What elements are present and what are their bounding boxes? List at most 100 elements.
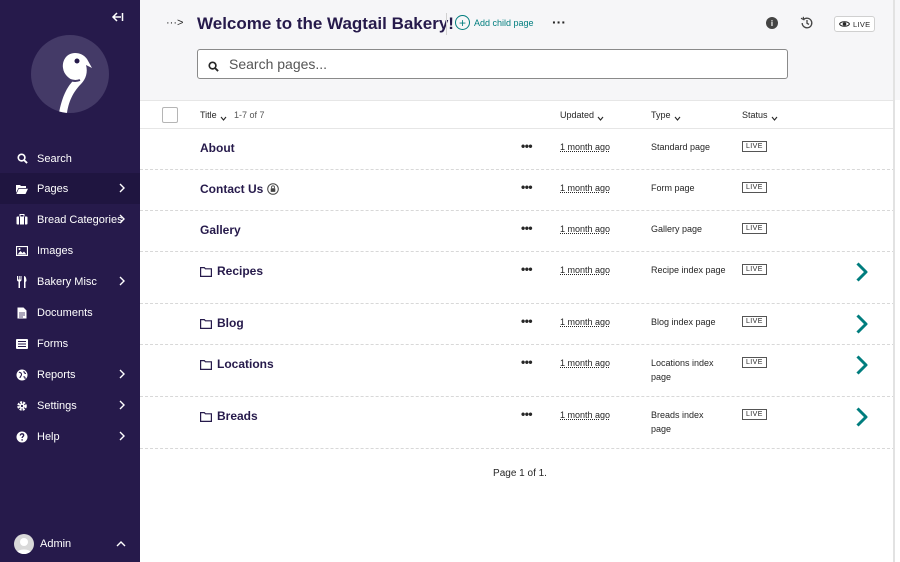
view-live-button[interactable]: LIVE <box>834 16 876 32</box>
document-icon <box>16 307 28 319</box>
page-title-link[interactable]: About <box>200 141 235 155</box>
column-title-label: Title <box>200 110 217 120</box>
scrollbar[interactable] <box>893 0 895 562</box>
sidebar-item-settings[interactable]: Settings <box>0 390 140 421</box>
column-status-label: Status <box>742 110 768 120</box>
sort-title-button[interactable]: Title <box>200 110 227 121</box>
chevron-right-icon <box>118 400 126 410</box>
more-options-button[interactable]: ••• <box>521 221 533 235</box>
add-child-page-button[interactable]: + Add child page <box>455 15 534 30</box>
sidebar-item-bread-categories[interactable]: Bread Categories <box>0 204 140 235</box>
page-title-link[interactable]: Breads <box>200 409 258 423</box>
more-options-button[interactable]: ••• <box>521 262 533 276</box>
page-title-link[interactable]: Locations <box>200 357 274 371</box>
live-label: LIVE <box>853 19 871 29</box>
sidebar-item-forms[interactable]: Forms <box>0 328 140 359</box>
status-badge: LIVE <box>742 141 767 152</box>
select-all-checkbox[interactable] <box>162 107 178 123</box>
globe-icon <box>16 369 28 381</box>
list-icon <box>16 338 28 350</box>
page-title-label: About <box>200 141 235 155</box>
sort-status-button[interactable]: Status <box>742 110 778 121</box>
search-field[interactable] <box>197 49 788 79</box>
page-title-label: Recipes <box>217 264 264 278</box>
explore-children-icon[interactable] <box>855 314 869 334</box>
page-type: Gallery page <box>651 224 703 234</box>
page-type: Recipe index page <box>651 265 726 275</box>
updated-time: 1 month ago <box>560 224 611 234</box>
sidebar-item-label: Search <box>37 152 72 165</box>
sidebar-item-pages[interactable]: Pages <box>0 173 140 204</box>
sidebar-item-label: Bakery Misc <box>37 275 97 288</box>
page-title-label: Gallery <box>200 223 241 237</box>
more-options-button[interactable]: ••• <box>521 139 533 153</box>
utensils-icon <box>16 275 28 288</box>
more-actions-button[interactable]: ··· <box>552 14 566 30</box>
search-icon <box>208 59 219 72</box>
toggle-breadcrumbs-button[interactable]: ···> <box>166 17 183 29</box>
wagtail-logo[interactable] <box>31 35 109 113</box>
status-badge: LIVE <box>742 316 767 327</box>
table-row: Gallery ••• 1 month ago Gallery page LIVE <box>140 211 895 252</box>
search-input[interactable] <box>229 56 769 72</box>
status-badge: LIVE <box>742 182 767 193</box>
chevron-down-icon <box>674 113 681 121</box>
sidebar: Search Pages Bread Categories Images Bak… <box>0 0 140 562</box>
page-type: Blog index page <box>651 317 716 327</box>
more-options-button[interactable]: ••• <box>521 355 533 369</box>
page-title-link[interactable]: Contact Us <box>200 182 280 196</box>
collapse-sidebar-icon[interactable] <box>110 10 126 26</box>
more-options-button[interactable]: ••• <box>521 180 533 194</box>
page-header: ···> Welcome to the Wagtail Bakery! + Ad… <box>140 0 900 100</box>
chevron-right-icon <box>118 214 126 224</box>
table-row: Recipes ••• 1 month ago Recipe index page LI… <box>140 252 895 304</box>
updated-time: 1 month ago <box>560 358 611 368</box>
status-badge: LIVE <box>742 409 767 420</box>
search-icon <box>16 153 28 165</box>
status-badge: LIVE <box>742 357 767 368</box>
chevron-right-icon <box>118 183 126 193</box>
table-body: About ••• 1 month ago Standard page LIVE Cont… <box>140 129 895 449</box>
account-menu[interactable]: Admin <box>0 530 140 558</box>
sidebar-item-bakery-misc[interactable]: Bakery Misc <box>0 266 140 297</box>
history-icon[interactable] <box>800 16 814 30</box>
plus-icon: + <box>455 15 470 30</box>
table-row: Breads ••• 1 month ago Breads index page LIV… <box>140 397 895 449</box>
updated-time: 1 month ago <box>560 410 611 420</box>
explore-children-icon[interactable] <box>855 407 869 427</box>
explore-children-icon[interactable] <box>855 355 869 375</box>
sidebar-item-label: Bread Categories <box>37 213 123 226</box>
sidebar-item-label: Help <box>37 430 60 443</box>
sort-updated-button[interactable]: Updated <box>560 110 604 121</box>
chevron-right-icon <box>118 276 126 286</box>
status-badge: LIVE <box>742 264 767 275</box>
more-options-button[interactable]: ••• <box>521 407 533 421</box>
page-title-label: Blog <box>217 316 244 330</box>
sort-type-button[interactable]: Type <box>651 110 681 121</box>
sidebar-item-reports[interactable]: Reports <box>0 359 140 390</box>
page-title-link[interactable]: Gallery <box>200 223 241 237</box>
sidebar-item-search[interactable]: Search <box>0 144 140 173</box>
page-type: Standard page <box>651 142 711 152</box>
cog-icon <box>16 400 28 412</box>
folder-icon <box>200 411 212 422</box>
sidebar-item-documents[interactable]: Documents <box>0 297 140 328</box>
sidebar-item-help[interactable]: Help <box>0 421 140 452</box>
updated-time: 1 month ago <box>560 317 611 327</box>
sidebar-item-images[interactable]: Images <box>0 235 140 266</box>
chevron-down-icon <box>597 113 604 121</box>
sidebar-item-label: Settings <box>37 399 77 412</box>
page-title-link[interactable]: Blog <box>200 316 244 330</box>
info-icon[interactable]: i <box>766 17 778 29</box>
table-row: Blog ••• 1 month ago Blog index page LIVE <box>140 304 895 345</box>
column-type-label: Type <box>651 110 671 120</box>
page-title-link[interactable]: Recipes <box>200 264 263 278</box>
explore-children-icon[interactable] <box>855 262 869 282</box>
page-listing: Title 1-7 of 7 Updated Type Status About… <box>140 100 895 449</box>
column-updated-label: Updated <box>560 110 595 120</box>
account-name: Admin <box>40 538 72 550</box>
lock-icon <box>267 183 280 195</box>
updated-time: 1 month ago <box>560 265 611 275</box>
page-title-label: Contact Us <box>200 182 264 196</box>
more-options-button[interactable]: ••• <box>521 314 533 328</box>
